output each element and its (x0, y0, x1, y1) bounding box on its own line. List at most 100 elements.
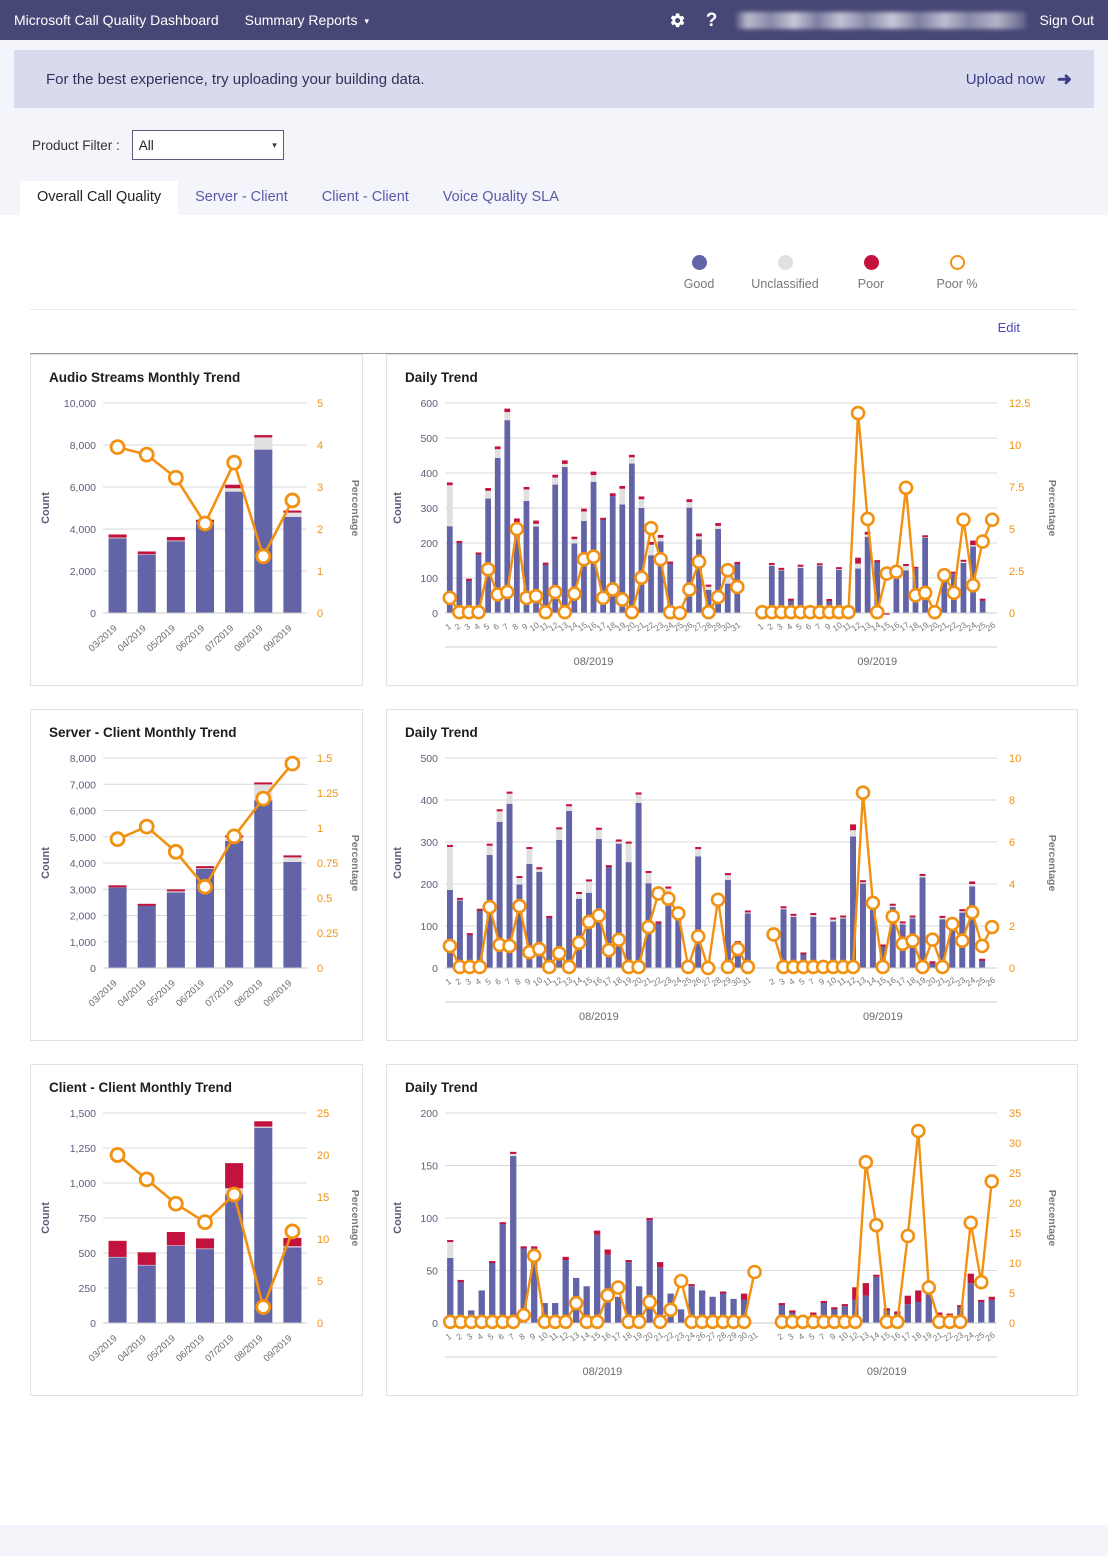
svg-text:15: 15 (1009, 1228, 1021, 1240)
chart-legend: Good Unclassified Poor Poor % (20, 215, 1088, 291)
svg-text:2,000: 2,000 (70, 911, 96, 923)
upload-building-data-banner: For the best experience, try uploading y… (14, 50, 1094, 108)
svg-text:3: 3 (777, 976, 787, 987)
svg-text:06/2019: 06/2019 (174, 1333, 207, 1364)
plot-server-client-daily[interactable]: 0 100 200 300 400 500 0 2 4 6 8 10 1 2 3 4 5 6 7 8 9 10 11 12 13… (387, 740, 1077, 1040)
summary-reports-label: Summary Reports (244, 12, 358, 28)
svg-text:3: 3 (465, 1331, 475, 1342)
svg-client-client-monthly: 0 250 500 750 1,000 1,250 1,500 0 5 10 15 20 25 03/20… (40, 1108, 361, 1364)
card-audio-streams-monthly: Audio Streams Monthly Trend 0 2,000 4,000 6… (30, 354, 363, 686)
svg-text:0: 0 (317, 608, 323, 620)
svg-text:Count: Count (392, 492, 404, 524)
svg-text:Percentage: Percentage (1046, 1190, 1058, 1247)
svg-text:6: 6 (491, 621, 501, 632)
svg-text:7: 7 (807, 976, 817, 987)
tab-overall-call-quality[interactable]: Overall Call Quality (20, 181, 179, 215)
svg-text:300: 300 (420, 503, 438, 515)
svg-text:2: 2 (775, 1331, 785, 1342)
svg-text:6: 6 (804, 621, 814, 632)
svg-text:3: 3 (317, 482, 323, 494)
svg-text:1: 1 (317, 566, 323, 578)
svg-text:100: 100 (420, 921, 438, 933)
upload-now-link[interactable]: Upload now ➜ (966, 70, 1072, 88)
svg-text:750: 750 (78, 1213, 96, 1225)
plot-client-client-monthly[interactable]: 0 250 500 750 1,000 1,250 1,500 0 5 10 15 20 25 03/20… (31, 1095, 362, 1395)
svg-text:07/2019: 07/2019 (203, 1333, 236, 1364)
svg-text:15: 15 (317, 1192, 329, 1204)
svg-text:0: 0 (432, 1318, 438, 1330)
plot-audio-streams-daily[interactable]: 0 100 200 300 400 500 600 0 2.5 5 7.5 10 12.5 1 2 3 4 5 6 7… (387, 385, 1077, 685)
user-account-redacted[interactable] (735, 11, 1026, 29)
svg-text:1,500: 1,500 (70, 1108, 96, 1120)
svg-text:Percentage: Percentage (1046, 835, 1058, 892)
plot-audio-streams-monthly[interactable]: 0 2,000 4,000 6,000 8,000 10,000 0 1 2 3 4 5 03/2019… (31, 385, 362, 685)
svg-text:0.25: 0.25 (317, 928, 338, 940)
legend-label-good: Good (683, 277, 715, 291)
tab-client-client[interactable]: Client - Client (305, 181, 426, 215)
question-mark-icon[interactable]: ? (702, 10, 722, 30)
product-filter-value: All (138, 137, 154, 153)
svg-text:500: 500 (420, 433, 438, 445)
legend-swatch-unclassified (777, 255, 793, 270)
svg-text:10: 10 (1009, 753, 1021, 765)
summary-reports-menu[interactable]: Summary Reports ▾ (245, 12, 369, 28)
product-filter-select[interactable]: All ▾ (131, 130, 284, 160)
svg-text:400: 400 (420, 795, 438, 807)
svg-text:8: 8 (517, 1331, 527, 1342)
svg-text:7: 7 (503, 976, 513, 987)
svg-text:1.5: 1.5 (317, 753, 332, 765)
legend-item-unclassified[interactable]: Unclassified (742, 255, 828, 291)
plot-client-client-daily[interactable]: 0 50 100 150 200 0 5 10 15 20 25 30 35 1 2 3 4 5 6 7 8 9 10 11 1… (387, 1095, 1077, 1395)
svg-text:Count: Count (40, 492, 52, 524)
gear-icon[interactable] (668, 10, 688, 30)
legend-swatch-poor (863, 255, 879, 270)
svg-text:50: 50 (426, 1266, 438, 1278)
svg-text:8: 8 (510, 621, 520, 632)
svg-text:1: 1 (756, 621, 766, 632)
svg-text:6: 6 (493, 976, 503, 987)
legend-label-poor: Poor (857, 277, 885, 291)
legend-item-poor[interactable]: Poor (828, 255, 914, 291)
svg-text:Count: Count (392, 1202, 404, 1234)
svg-text:5,000: 5,000 (70, 832, 96, 844)
tab-server-client[interactable]: Server - Client (178, 181, 305, 215)
banner-container: For the best experience, try uploading y… (0, 40, 1108, 108)
svg-text:500: 500 (420, 753, 438, 765)
svg-text:500: 500 (78, 1248, 96, 1260)
svg-text:09/2019: 09/2019 (262, 623, 295, 654)
legend-item-poor-percent[interactable]: Poor % (914, 255, 1000, 291)
svg-text:Count: Count (40, 847, 52, 879)
legend-item-good[interactable]: Good (656, 255, 742, 291)
svg-text:0: 0 (1009, 1318, 1015, 1330)
svg-text:4: 4 (1009, 879, 1015, 891)
svg-text:07/2019: 07/2019 (203, 978, 236, 1009)
svg-text:6,000: 6,000 (70, 806, 96, 818)
edit-link[interactable]: Edit (998, 320, 1020, 335)
svg-text:35: 35 (1009, 1108, 1021, 1120)
svg-text:08/2019: 08/2019 (232, 1333, 265, 1364)
svg-text:07/2019: 07/2019 (203, 623, 236, 654)
svg-text:8: 8 (1009, 795, 1015, 807)
svg-text:Percentage: Percentage (349, 480, 361, 537)
svg-server-client-monthly: 0 1,000 2,000 3,000 4,000 5,000 6,000 7,000 8,00… (40, 753, 361, 1009)
banner-message: For the best experience, try uploading y… (46, 70, 425, 88)
svg-text:100: 100 (420, 573, 438, 585)
plot-server-client-monthly[interactable]: 0 1,000 2,000 3,000 4,000 5,000 6,000 7,000 8,00… (31, 740, 362, 1040)
svg-text:2,000: 2,000 (70, 566, 96, 578)
svg-text:4: 4 (473, 976, 483, 987)
app-brand-title: Microsoft Call Quality Dashboard (14, 12, 219, 28)
svg-text:4: 4 (784, 621, 794, 632)
legend-swatch-poor-percent (949, 255, 965, 270)
svg-text:08/2019: 08/2019 (232, 623, 265, 654)
svg-text:5: 5 (807, 1331, 817, 1342)
sign-out-button[interactable]: Sign Out (1040, 12, 1094, 28)
svg-text:2: 2 (453, 976, 463, 987)
legend-label-poor-percent: Poor % (936, 277, 978, 291)
svg-text:5: 5 (483, 976, 493, 987)
arrow-right-icon: ➜ (1056, 69, 1072, 89)
svg-text:1,250: 1,250 (70, 1143, 96, 1155)
tab-voice-quality-sla[interactable]: Voice Quality SLA (426, 181, 576, 215)
svg-text:1: 1 (443, 621, 453, 632)
svg-text:2: 2 (317, 524, 323, 536)
svg-text:8: 8 (513, 976, 523, 987)
